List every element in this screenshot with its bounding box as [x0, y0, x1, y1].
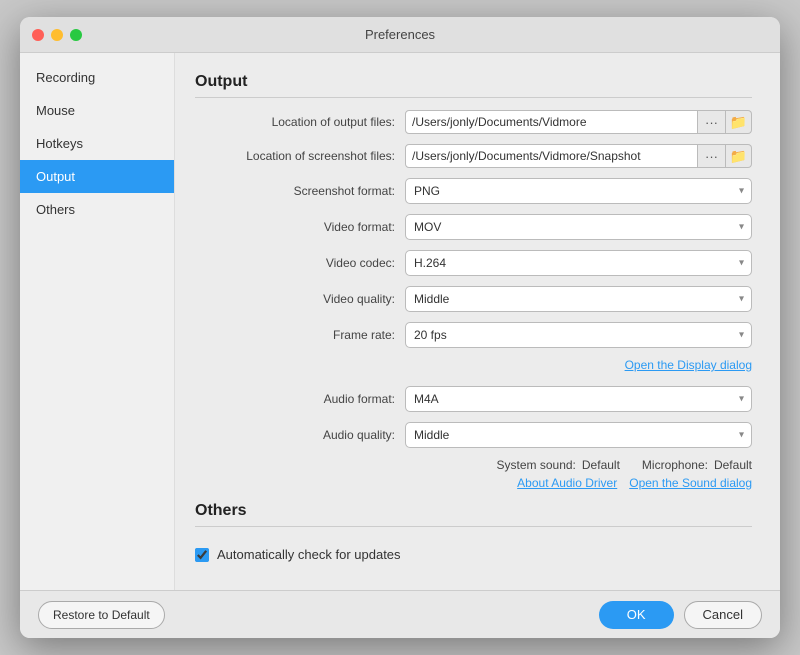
- audio-format-select-wrapper: M4A AAC MP3 WAV ▾: [405, 386, 752, 412]
- microphone-label: Microphone:: [642, 458, 708, 472]
- screenshot-location-label: Location of screenshot files:: [195, 149, 405, 163]
- bottom-right-buttons: OK Cancel: [599, 601, 762, 629]
- bottom-bar: Restore to Default OK Cancel: [20, 590, 780, 638]
- sidebar-item-others[interactable]: Others: [20, 193, 174, 226]
- others-section-title: Others: [195, 502, 752, 527]
- display-dialog-link[interactable]: Open the Display dialog: [625, 358, 752, 372]
- system-sound-label: System sound:: [497, 458, 576, 472]
- auto-update-checkbox[interactable]: [195, 548, 209, 562]
- main-content: Output Location of output files: ··· 📁 L…: [175, 53, 780, 590]
- video-format-select-wrapper: MOV MP4 AVI MKV ▾: [405, 214, 752, 240]
- output-location-dots-button[interactable]: ···: [698, 110, 726, 134]
- audio-quality-label: Audio quality:: [195, 428, 405, 442]
- audio-quality-row: Audio quality: Low Middle High Lossless …: [195, 422, 752, 448]
- others-section: Others Automatically check for updates: [195, 502, 752, 570]
- video-codec-select[interactable]: H.264 H.265 MPEG-4: [405, 250, 752, 276]
- video-quality-label: Video quality:: [195, 292, 405, 306]
- frame-rate-select-wrapper: 15 fps 20 fps 24 fps 30 fps 60 fps ▾: [405, 322, 752, 348]
- screenshot-format-select-wrapper: PNG JPG BMP GIF ▾: [405, 178, 752, 204]
- video-quality-select[interactable]: Low Middle High Lossless: [405, 286, 752, 312]
- titlebar: Preferences: [20, 17, 780, 53]
- auto-update-label: Automatically check for updates: [217, 547, 401, 562]
- screenshot-location-row: Location of screenshot files: ··· 📁: [195, 144, 752, 168]
- video-quality-select-wrapper: Low Middle High Lossless ▾: [405, 286, 752, 312]
- auto-update-row: Automatically check for updates: [195, 539, 752, 570]
- about-audio-driver-link[interactable]: About Audio Driver: [517, 476, 617, 490]
- maximize-button[interactable]: [70, 29, 82, 41]
- restore-default-button[interactable]: Restore to Default: [38, 601, 165, 629]
- screenshot-location-input[interactable]: [405, 144, 698, 168]
- sidebar: Recording Mouse Hotkeys Output Others: [20, 53, 175, 590]
- video-codec-row: Video codec: H.264 H.265 MPEG-4 ▾: [195, 250, 752, 276]
- output-section-title: Output: [195, 73, 752, 98]
- output-location-folder-button[interactable]: 📁: [726, 110, 752, 134]
- screenshot-format-row: Screenshot format: PNG JPG BMP GIF ▾: [195, 178, 752, 204]
- audio-quality-select[interactable]: Low Middle High Lossless: [405, 422, 752, 448]
- video-format-select[interactable]: MOV MP4 AVI MKV: [405, 214, 752, 240]
- system-sound-value: Default: [582, 458, 620, 472]
- window-title: Preferences: [365, 27, 435, 42]
- screenshot-location-input-group: ··· 📁: [405, 144, 752, 168]
- audio-links-row: About Audio Driver Open the Sound dialog: [195, 476, 752, 490]
- audio-quality-select-wrapper: Low Middle High Lossless ▾: [405, 422, 752, 448]
- frame-rate-row: Frame rate: 15 fps 20 fps 24 fps 30 fps …: [195, 322, 752, 348]
- sidebar-item-recording[interactable]: Recording: [20, 61, 174, 94]
- microphone-value: Default: [714, 458, 752, 472]
- video-format-label: Video format:: [195, 220, 405, 234]
- video-quality-row: Video quality: Low Middle High Lossless …: [195, 286, 752, 312]
- screenshot-location-dots-button[interactable]: ···: [698, 144, 726, 168]
- screenshot-format-label: Screenshot format:: [195, 184, 405, 198]
- frame-rate-label: Frame rate:: [195, 328, 405, 342]
- ok-button[interactable]: OK: [599, 601, 674, 629]
- sidebar-item-mouse[interactable]: Mouse: [20, 94, 174, 127]
- close-button[interactable]: [32, 29, 44, 41]
- output-location-row: Location of output files: ··· 📁: [195, 110, 752, 134]
- audio-format-row: Audio format: M4A AAC MP3 WAV ▾: [195, 386, 752, 412]
- output-location-label: Location of output files:: [195, 115, 405, 129]
- video-codec-label: Video codec:: [195, 256, 405, 270]
- sidebar-item-output[interactable]: Output: [20, 160, 174, 193]
- minimize-button[interactable]: [51, 29, 63, 41]
- screenshot-format-select[interactable]: PNG JPG BMP GIF: [405, 178, 752, 204]
- cancel-button[interactable]: Cancel: [684, 601, 762, 629]
- window-controls: [32, 29, 82, 41]
- video-format-row: Video format: MOV MP4 AVI MKV ▾: [195, 214, 752, 240]
- audio-format-label: Audio format:: [195, 392, 405, 406]
- video-codec-select-wrapper: H.264 H.265 MPEG-4 ▾: [405, 250, 752, 276]
- audio-status-row: System sound: Default Microphone: Defaul…: [195, 458, 752, 472]
- display-dialog-link-row: Open the Display dialog: [195, 358, 752, 372]
- frame-rate-select[interactable]: 15 fps 20 fps 24 fps 30 fps 60 fps: [405, 322, 752, 348]
- output-location-input-group: ··· 📁: [405, 110, 752, 134]
- output-location-input[interactable]: [405, 110, 698, 134]
- audio-format-select[interactable]: M4A AAC MP3 WAV: [405, 386, 752, 412]
- sidebar-item-hotkeys[interactable]: Hotkeys: [20, 127, 174, 160]
- sound-dialog-link[interactable]: Open the Sound dialog: [629, 476, 752, 490]
- screenshot-location-folder-button[interactable]: 📁: [726, 144, 752, 168]
